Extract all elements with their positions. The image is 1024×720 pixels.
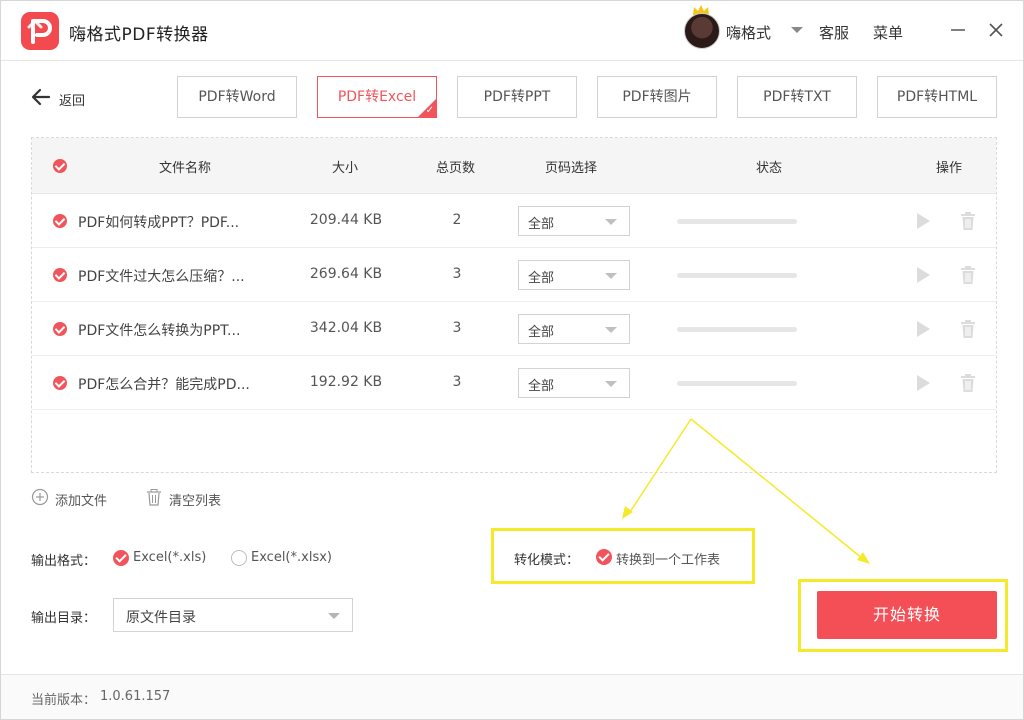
file-size: 192.92 KB [309,374,383,390]
username[interactable]: 嗨格式 [726,22,771,43]
arrow-left-icon [31,88,51,106]
row-checkbox[interactable] [53,214,67,228]
play-icon[interactable] [914,211,932,231]
convert-mode-option-label: 转换到一个工作表 [616,553,721,568]
select-all-checkbox[interactable] [53,159,67,173]
avatar[interactable] [684,13,720,49]
file-pages: 2 [452,212,462,228]
menu-link[interactable]: 菜单 [873,22,903,43]
page-range-select[interactable]: 全部 [518,314,630,344]
file-table: 文件名称 大小 总页数 页码选择 状态 操作 PDF如何转成PPT？PDF...… [31,137,997,473]
page-range-select[interactable]: 全部 [518,368,630,398]
file-size: 342.04 KB [309,320,383,336]
page-range-value: 全部 [528,271,555,286]
table-row: PDF怎么合并？能完成PD... 192.92 KB 3 全部 [32,356,996,410]
trash-icon[interactable] [959,373,977,393]
back-label: 返回 [59,94,86,109]
status-footer: 当前版本： 1.0.61.157 [1,674,1023,719]
version-value: 1.0.61.157 [100,689,171,704]
table-row: PDF文件怎么转换为PPT... 342.04 KB 3 全部 [32,302,996,356]
chevron-down-icon [328,613,340,619]
chevron-down-icon [605,381,617,387]
file-pages: 3 [452,320,462,336]
row-checkbox[interactable] [53,268,67,282]
output-dir-label: 输出目录： [31,611,97,626]
file-name: PDF怎么合并？能完成PD... [78,377,250,393]
chevron-down-icon[interactable] [791,27,803,33]
row-checkbox[interactable] [53,376,67,390]
version-label: 当前版本： [31,693,97,708]
page-range-value: 全部 [528,217,555,232]
chevron-down-icon [605,219,617,225]
plus-circle-icon [31,488,49,506]
add-file-label: 添加文件 [55,494,108,509]
title-bar: 嗨格式PDF转换器 嗨格式 客服 菜单 [1,1,1023,61]
table-header: 文件名称 大小 总页数 页码选择 状态 操作 [32,138,996,194]
header-status: 状态 [756,161,783,176]
progress-bar [677,381,797,386]
file-name: PDF如何转成PPT？PDF... [78,215,240,231]
file-name: PDF文件过大怎么压缩？... [78,269,245,285]
header-actions: 操作 [936,161,963,176]
trash-icon[interactable] [959,265,977,285]
progress-bar [677,327,797,332]
page-range-select[interactable]: 全部 [518,206,630,236]
header-page-select: 页码选择 [545,161,598,176]
play-icon[interactable] [914,319,932,339]
tab-pdf-to-html[interactable]: PDF转HTML [877,76,997,118]
file-size: 269.64 KB [309,266,383,282]
format-xlsx-label: Excel(*.xlsx) [251,550,332,565]
output-dir-value: 原文件目录 [126,610,196,626]
progress-bar [677,219,797,224]
header-size: 大小 [332,161,359,176]
chevron-down-icon [605,327,617,333]
tab-pdf-to-txt[interactable]: PDF转TXT [737,76,857,118]
file-size: 209.44 KB [309,212,383,228]
clear-list-label: 清空列表 [169,494,222,509]
page-range-value: 全部 [528,379,555,394]
file-pages: 3 [452,374,462,390]
radio-unchecked-icon [231,550,247,566]
radio-checked-icon [596,549,612,565]
page-range-value: 全部 [528,325,555,340]
tab-pdf-to-ppt[interactable]: PDF转PPT [457,76,577,118]
convert-mode-label: 转化模式： [514,553,580,568]
output-dir-select[interactable]: 原文件目录 [113,598,353,632]
table-row: PDF文件过大怎么压缩？... 269.64 KB 3 全部 [32,248,996,302]
format-xls-label: Excel(*.xls) [133,550,207,565]
header-file-name: 文件名称 [159,161,212,176]
customer-service-link[interactable]: 客服 [819,22,849,43]
tab-pdf-to-image[interactable]: PDF转图片 [597,76,717,118]
check-icon: ✓ [425,105,434,116]
page-range-select[interactable]: 全部 [518,260,630,290]
chevron-down-icon [605,273,617,279]
start-convert-button[interactable]: 开始转换 [817,591,997,639]
play-icon[interactable] [914,373,932,393]
file-name: PDF文件怎么转换为PPT... [78,323,241,339]
tab-pdf-to-excel-label: PDF转Excel [337,89,417,105]
app-logo-icon [21,12,59,50]
tab-pdf-to-word[interactable]: PDF转Word [177,76,297,118]
file-pages: 3 [452,266,462,282]
trash-icon [147,489,161,506]
row-checkbox[interactable] [53,322,67,336]
close-icon[interactable] [984,18,1008,42]
progress-bar [677,273,797,278]
app-title: 嗨格式PDF转换器 [69,25,209,45]
trash-icon[interactable] [959,211,977,231]
trash-icon[interactable] [959,319,977,339]
tab-pdf-to-excel[interactable]: PDF转Excel ✓ [317,76,437,118]
play-icon[interactable] [914,265,932,285]
output-format-label: 输出格式： [31,554,97,569]
app-window: 嗨格式PDF转换器 嗨格式 客服 菜单 返回 PDF转Word PDF转Exce… [0,0,1024,720]
minimize-icon[interactable] [946,18,970,42]
table-row: PDF如何转成PPT？PDF... 209.44 KB 2 全部 [32,194,996,248]
radio-checked-icon [113,550,129,566]
header-total-pages: 总页数 [436,161,476,176]
